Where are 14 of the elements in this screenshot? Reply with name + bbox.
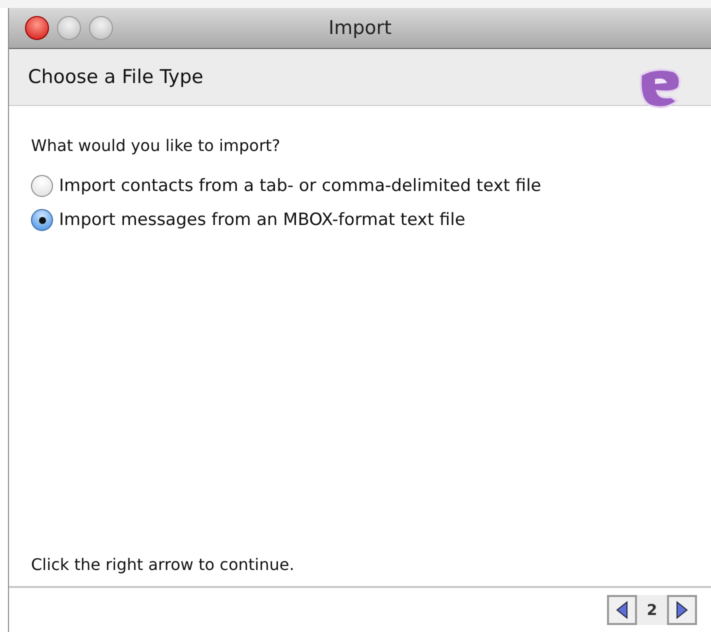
close-button[interactable] xyxy=(25,16,49,40)
option-label[interactable]: Import contacts from a tab- or comma-delimited text file xyxy=(59,176,542,196)
radio-button[interactable] xyxy=(31,175,53,197)
radio-button[interactable] xyxy=(31,209,53,231)
window-title: Import xyxy=(328,17,392,39)
left-triangle-icon xyxy=(616,601,628,619)
right-triangle-icon xyxy=(676,601,688,619)
header-title: Choose a File Type xyxy=(28,66,204,88)
next-button[interactable] xyxy=(667,595,697,625)
page-number: 2 xyxy=(637,595,667,625)
option-label[interactable]: Import messages from an MBOX-format text file xyxy=(59,210,466,230)
hint-text: Click the right arrow to continue. xyxy=(31,555,296,574)
prompt-text: What would you like to import? xyxy=(31,136,282,155)
previous-button[interactable] xyxy=(607,595,637,625)
